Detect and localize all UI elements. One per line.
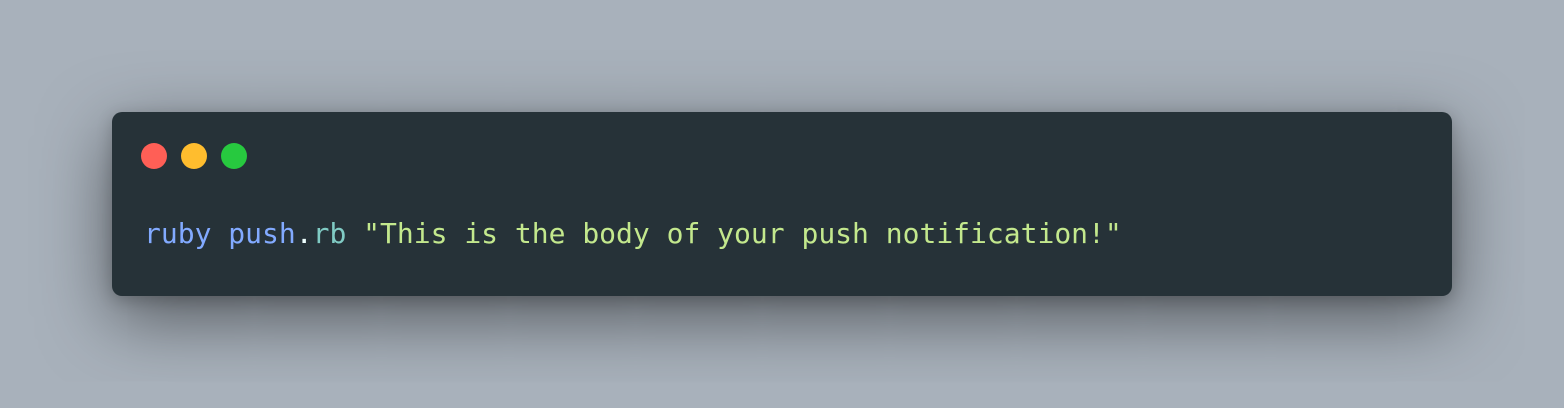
close-dot-icon[interactable] — [141, 143, 167, 169]
code-file-dot: . — [295, 217, 313, 250]
code-file-base: push — [228, 217, 296, 250]
maximize-dot-icon[interactable] — [221, 143, 247, 169]
terminal-window: ruby push.rb "This is the body of your p… — [112, 112, 1452, 296]
code-string-argument: "This is the body of your push notificat… — [363, 217, 1122, 250]
window-controls — [141, 143, 247, 169]
code-file-ext: rb — [312, 217, 347, 250]
minimize-dot-icon[interactable] — [181, 143, 207, 169]
code-command: ruby — [144, 217, 212, 250]
code-line: ruby push.rb "This is the body of your p… — [144, 216, 1122, 252]
